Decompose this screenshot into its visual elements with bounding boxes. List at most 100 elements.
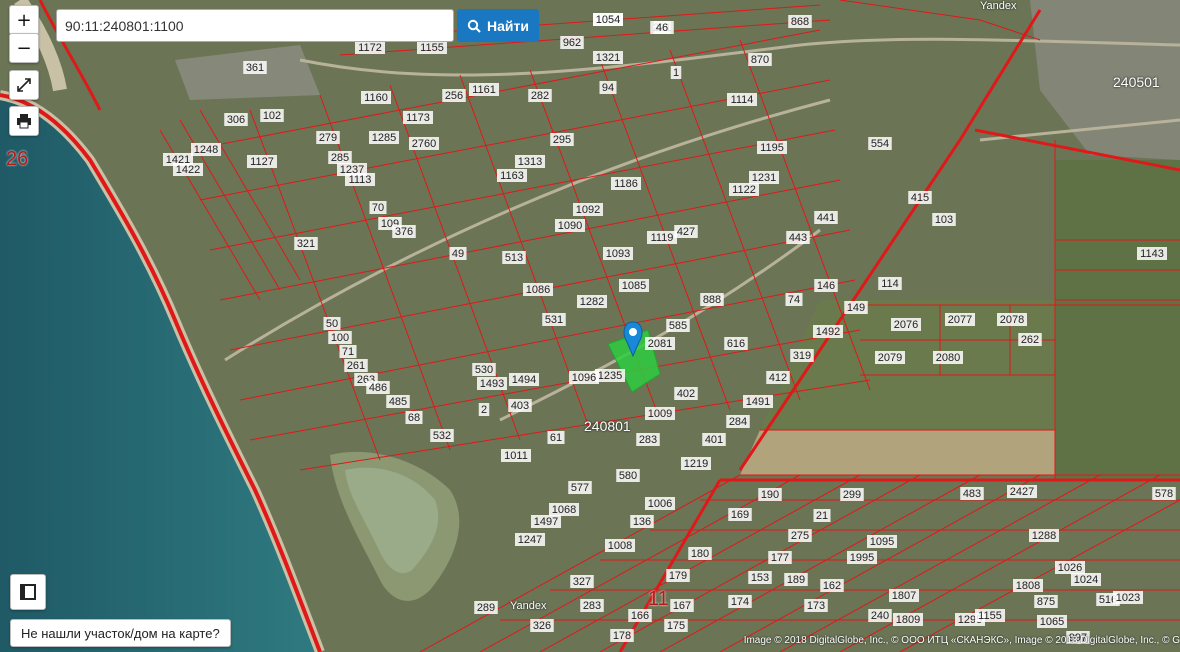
parcel-number-label: 1161 (472, 84, 496, 96)
parcel-number-label: 554 (871, 138, 889, 150)
parcel-number-label: 2427 (1010, 486, 1034, 498)
parcel-number-label: 1809 (896, 614, 920, 626)
parcel-number-label: 530 (475, 364, 493, 376)
parcel-number-label: 513 (505, 252, 523, 264)
parcel-number-label: 443 (789, 232, 807, 244)
parcel-number-label: 174 (731, 596, 749, 608)
parcel-number-label: 870 (751, 54, 769, 66)
parcel-number-label: 166 (631, 610, 649, 622)
parcel-number-label: 1127 (250, 156, 274, 168)
search-button[interactable]: Найти (457, 9, 539, 42)
parcel-number-label: 71 (342, 346, 354, 358)
parcel-number-label: 326 (533, 620, 551, 632)
parcel-number-label: 616 (727, 338, 745, 350)
parcel-number-label: 190 (761, 489, 779, 501)
parcel-number-label: 21 (816, 510, 828, 522)
parcel-number-label: 1492 (816, 326, 840, 338)
parcel-number-label: 189 (787, 574, 805, 586)
parcel-number-label: 1219 (684, 458, 708, 470)
parcel-number-label: 427 (677, 226, 695, 238)
region-label-left: 26 (6, 148, 29, 170)
cadastral-quarter-label: 240801 (584, 418, 631, 434)
parcel-number-label: 283 (639, 434, 657, 446)
parcel-number-label: 2 (481, 404, 487, 416)
parcel-number-label: 262 (1021, 334, 1039, 346)
parcel-number-label: 169 (731, 509, 749, 521)
parcel-number-label: 485 (389, 396, 407, 408)
parcel-number-label: 283 (583, 600, 601, 612)
zoom-out-button[interactable]: − (9, 33, 39, 63)
parcel-number-label: 412 (769, 372, 787, 384)
parcel-number-label: 1023 (1116, 592, 1140, 604)
parcel-number-label: 2076 (894, 319, 918, 331)
parcel-number-label: 1235 (598, 370, 622, 382)
parcel-number-label: 68 (408, 412, 420, 424)
zoom-in-button[interactable]: + (9, 5, 39, 35)
parcel-number-label: 1288 (1032, 530, 1056, 542)
parcel-number-label: 289 (477, 602, 495, 614)
parcel-number-label: 361 (246, 62, 264, 74)
parcel-number-label: 1026 (1058, 562, 1082, 574)
parcel-number-label: 149 (847, 302, 865, 314)
expand-icon (17, 78, 31, 92)
parcel-number-label: 1011 (504, 450, 528, 462)
search-input[interactable] (56, 9, 454, 42)
parcel-number-label: 1491 (746, 396, 770, 408)
parcel-number-label: 1808 (1016, 580, 1040, 592)
satellite-map[interactable]: 1314291868962132111721155361187011601161… (0, 0, 1180, 652)
parcel-number-label: 1247 (518, 534, 542, 546)
parcel-number-label: 1282 (580, 296, 604, 308)
parcel-number-label: 1422 (176, 164, 200, 176)
parcel-number-label: 1006 (648, 498, 672, 510)
parcel-number-label: 403 (511, 400, 529, 412)
parcel-number-label: 1090 (558, 220, 582, 232)
parcel-number-label: 486 (369, 382, 387, 394)
parcel-number-label: 875 (1037, 596, 1055, 608)
parcel-number-label: 1113 (349, 174, 372, 186)
parcel-number-label: 415 (911, 192, 929, 204)
parcel-number-label: 1065 (1040, 616, 1064, 628)
parcel-number-label: 2077 (948, 314, 972, 326)
parcel-number-label: 178 (613, 630, 631, 642)
parcel-number-label: 70 (372, 202, 384, 214)
parcel-number-label: 179 (669, 570, 687, 582)
parcel-number-label: 1085 (622, 280, 646, 292)
missing-parcel-button[interactable]: Не нашли участок/дом на карте? (10, 619, 231, 647)
map-attribution: Image © 2018 DigitalGlobe, Inc., © ООО И… (743, 635, 1180, 646)
parcel-number-label: 46 (656, 22, 668, 34)
print-button[interactable] (9, 106, 39, 136)
parcel-number-label: 1096 (572, 372, 596, 384)
parcel-number-label: 282 (531, 90, 549, 102)
parcel-number-label: 74 (788, 294, 800, 306)
parcel-number-label: 402 (677, 388, 695, 400)
parcel-number-label: 102 (263, 110, 281, 122)
parcel-number-label: 577 (571, 482, 589, 494)
parcel-number-label: 1285 (372, 132, 396, 144)
parcel-number-label: 1195 (760, 142, 784, 154)
parcel-number-label: 94 (602, 82, 614, 94)
parcel-number-label: 1155 (420, 42, 444, 54)
parcel-number-label: 1122 (732, 184, 756, 196)
region-label-bottom: 11 (648, 588, 669, 610)
map-frame-icon (20, 584, 36, 600)
parcel-number-label: 1092 (576, 204, 600, 216)
parcel-number-label: 2079 (878, 352, 902, 364)
parcel-number-label: 321 (297, 238, 315, 250)
fullscreen-button[interactable] (9, 70, 39, 100)
parcel-number-label: 1086 (526, 284, 550, 296)
cadastral-quarter-label: 240501 (1113, 74, 1160, 90)
parcel-number-label: 319 (793, 350, 811, 362)
parcel-number-label: 888 (703, 294, 721, 306)
parcel-number-label: 1248 (194, 144, 218, 156)
parcel-number-label: 1186 (614, 178, 638, 190)
layers-button[interactable] (10, 574, 46, 610)
parcel-number-label: 2760 (412, 138, 436, 150)
parcel-number-label: 173 (807, 600, 825, 612)
yandex-watermark: Yandex (980, 0, 1017, 12)
parcel-number-label: 114 (881, 278, 899, 290)
parcel-number-label: 1321 (596, 52, 620, 64)
parcel-number-label: 376 (395, 226, 413, 238)
parcel-number-label: 483 (963, 488, 981, 500)
parcel-number-label: 299 (843, 489, 861, 501)
parcel-number-label: 1024 (1074, 574, 1098, 586)
